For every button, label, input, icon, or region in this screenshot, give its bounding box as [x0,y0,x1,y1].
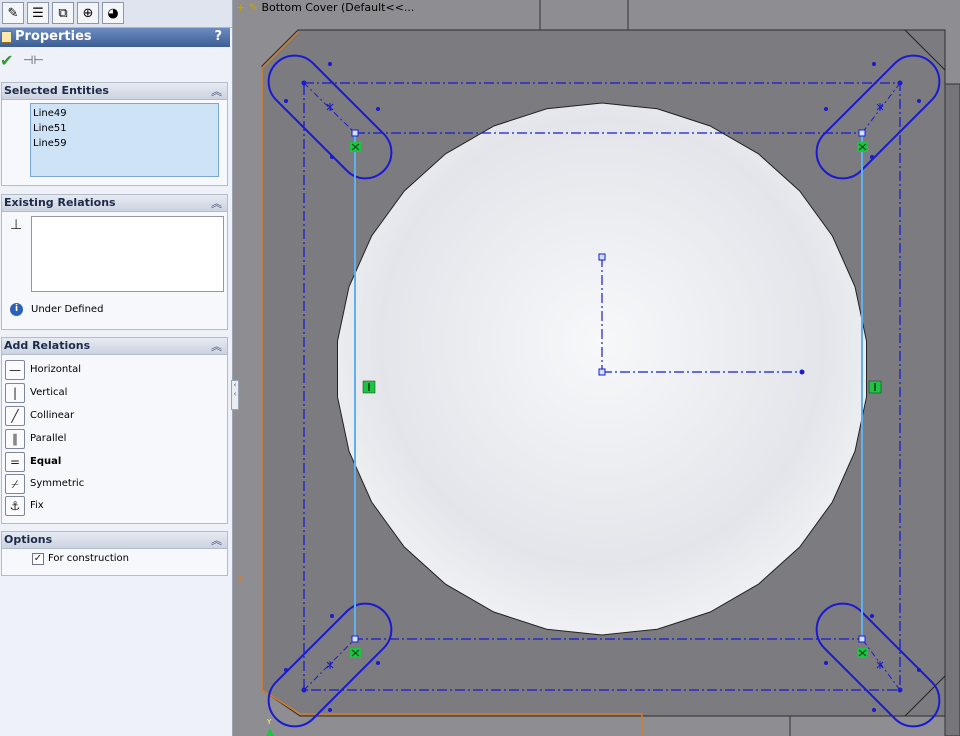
equal-relation-icon: = [5,452,25,472]
add-relations-header[interactable]: Add Relations ︽ [2,338,227,355]
horizontal-relation-icon: — [5,360,25,380]
status-text: Under Defined [31,304,104,315]
part-right-step [944,83,960,736]
collinear-relation-button[interactable]: ╱ Collinear [5,406,205,426]
fix-relation-button[interactable]: ⚓ Fix [5,496,205,516]
feature-tree-flyout[interactable]: + ✎ Bottom Cover (Default<<... [236,1,414,14]
equal-relation-button[interactable]: = Equal [5,452,205,472]
vertical-relation-icon: | [5,383,25,403]
manager-tab-bar: ✎ ☰ ⧉ ⊕ ◕ [0,0,232,28]
existing-relations-group: Existing Relations ︽ ⊥ i Under Defined [1,194,228,330]
options-group: Options ︽ ✓ For construction [1,531,228,576]
configuration-manager-tab-icon[interactable]: ⧉ [52,2,74,24]
info-icon: i [10,303,23,316]
svg-text:Y: Y [266,718,272,726]
chevron-up-icon[interactable]: ︽ [211,338,222,354]
part-name-label: Bottom Cover (Default<<... [261,1,415,14]
selected-entities-list[interactable]: Line49 Line51 Line59 [30,103,219,177]
property-manager-header: Properties ? [0,28,230,47]
existing-relations-list[interactable] [31,216,224,292]
help-button[interactable]: ? [214,29,222,44]
fix-relation-icon: ⚓ [5,496,25,516]
list-item[interactable]: Line51 [33,121,216,136]
chevron-up-icon[interactable]: ︽ [211,83,222,99]
existing-relations-header[interactable]: Existing Relations ︽ [2,195,227,212]
properties-icon [1,31,12,43]
panel-splitter-handle[interactable]: ‹ ‹ [231,380,239,410]
page-title: Properties [15,29,92,44]
chevron-up-icon[interactable]: ︽ [211,532,222,548]
list-item[interactable]: Line49 [33,106,216,121]
feature-manager-tab-icon[interactable]: ✎ [2,2,24,24]
for-construction-checkbox[interactable]: ✓ [32,553,44,565]
parallel-relation-button[interactable]: ∥ Parallel [5,429,205,449]
display-manager-tab-icon[interactable]: ◕ [102,2,124,24]
options-header[interactable]: Options ︽ [2,532,227,549]
dim-xpert-tab-icon[interactable]: ⊕ [77,2,99,24]
vertical-relation-button[interactable]: | Vertical [5,383,205,403]
parallel-relation-icon: ∥ [5,429,25,449]
horizontal-relation-button[interactable]: — Horizontal [5,360,205,380]
pushpin-icon[interactable]: ⊣⊢ [23,53,44,67]
collinear-relation-icon: ╱ [5,406,25,426]
add-relations-group: Add Relations ︽ — Horizontal | Vertical … [1,337,228,524]
list-item[interactable]: Line59 [33,136,216,151]
selected-entities-header[interactable]: Selected Entities ︽ [2,83,227,100]
symmetric-relation-icon: ⌿ [5,474,25,494]
action-bar: ✔ ⊣⊢ [0,51,60,71]
for-construction-label: For construction [48,553,129,564]
chevron-up-icon[interactable]: ︽ [211,195,222,211]
ok-check-icon[interactable]: ✔ [0,51,13,70]
svg-text:+: + [236,574,244,585]
property-manager-panel: ✎ ☰ ⧉ ⊕ ◕ Properties ? ✔ ⊣⊢ Selected Entitie… [0,0,233,736]
relations-icon: ⊥ [10,217,23,233]
selected-entities-group: Selected Entities ︽ Line49 Line51 Line59 [1,82,228,186]
property-manager-tab-icon[interactable]: ☰ [27,2,49,24]
symmetric-relation-button[interactable]: ⌿ Symmetric [5,474,205,494]
part-icon: + ✎ [236,1,258,14]
